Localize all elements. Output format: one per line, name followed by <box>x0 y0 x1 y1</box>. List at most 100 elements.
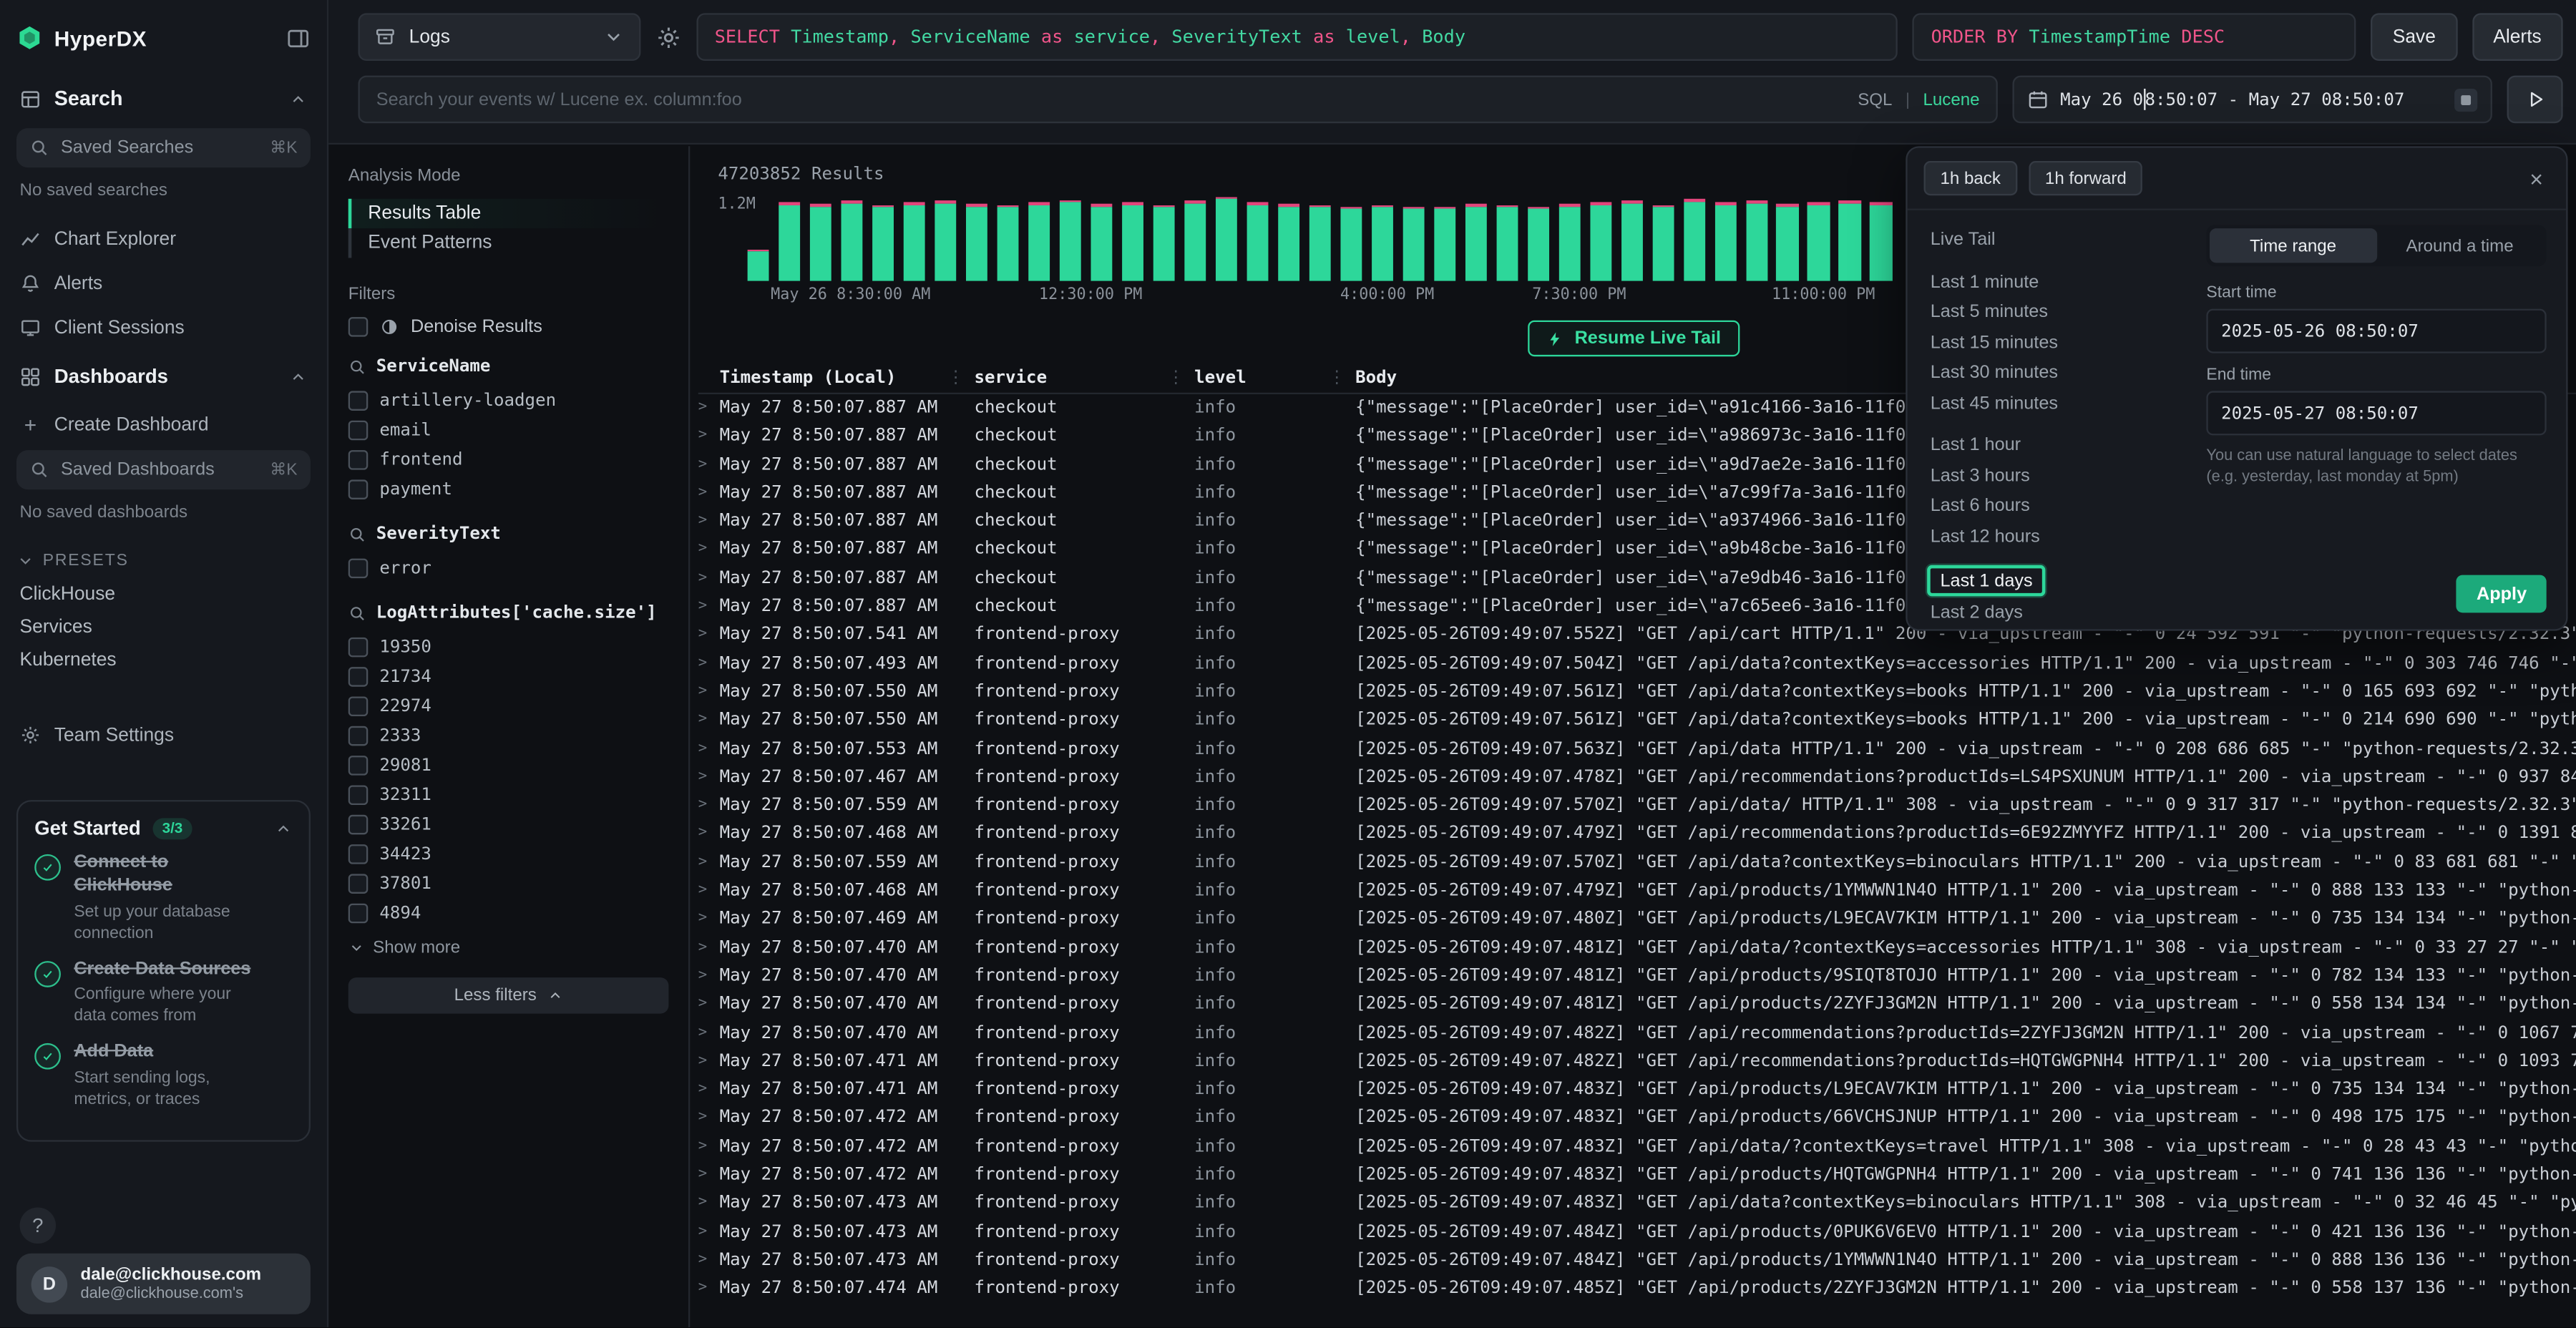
sidebar-item-alerts[interactable]: Alerts <box>16 261 311 306</box>
checkbox[interactable] <box>348 785 369 805</box>
checkbox[interactable] <box>348 844 369 864</box>
quick-range-option[interactable]: Last 2 days <box>1927 598 2187 628</box>
chart-bar[interactable] <box>1184 201 1206 280</box>
quick-range-option[interactable]: Live Tail <box>1927 225 2187 255</box>
chart-bar[interactable] <box>966 204 988 280</box>
table-row[interactable]: May 27 8:50:07.470 AMfrontend-proxyinfo[… <box>698 962 2576 991</box>
table-row[interactable]: May 27 8:50:07.472 AMfrontend-proxyinfo[… <box>698 1161 2576 1190</box>
table-row[interactable]: May 27 8:50:07.474 AMfrontend-proxyinfo[… <box>698 1275 2576 1304</box>
denoise-results-option[interactable]: Denoise Results <box>348 317 669 337</box>
chart-bar[interactable] <box>1777 204 1799 280</box>
alerts-button[interactable]: Alerts <box>2472 13 2562 61</box>
expand-row-icon[interactable] <box>698 877 720 906</box>
chart-bar[interactable] <box>1683 199 1705 280</box>
chart-bar[interactable] <box>935 201 957 280</box>
saved-dashboards-button[interactable]: Saved Dashboards ⌘K <box>16 450 311 489</box>
checkbox[interactable] <box>348 479 369 499</box>
chart-bar[interactable] <box>1246 202 1269 280</box>
checkbox[interactable] <box>348 450 369 470</box>
filter-option[interactable]: email <box>348 416 669 445</box>
expand-row-icon[interactable] <box>698 565 720 593</box>
filter-option[interactable]: 19350 <box>348 633 669 662</box>
chart-bar[interactable] <box>841 201 863 280</box>
checkbox[interactable] <box>348 696 369 716</box>
chart-bar[interactable] <box>1434 206 1456 280</box>
create-dashboard-button[interactable]: Create Dashboard <box>16 403 311 447</box>
chart-bar[interactable] <box>1621 201 1643 280</box>
close-icon[interactable] <box>2523 167 2550 190</box>
chart-bar[interactable] <box>1309 205 1331 280</box>
run-search-button[interactable] <box>2507 76 2563 124</box>
quick-range-option[interactable]: Last 30 minutes <box>1927 358 2187 389</box>
chart-bar[interactable] <box>1714 202 1737 280</box>
expand-row-icon[interactable] <box>698 678 720 707</box>
expand-row-icon[interactable] <box>698 508 720 537</box>
shift-1h-back-button[interactable]: 1h back <box>1924 161 2017 195</box>
checkbox[interactable] <box>348 726 369 746</box>
expand-row-icon[interactable] <box>698 821 720 849</box>
expand-row-icon[interactable] <box>698 394 720 423</box>
chart-bar[interactable] <box>1028 202 1050 280</box>
search-input[interactable]: Search your events w/ Lucene ex. column:… <box>358 76 1998 124</box>
save-button[interactable]: Save <box>2371 13 2457 61</box>
date-picker-mini-icon[interactable] <box>2454 88 2477 111</box>
table-row[interactable]: May 27 8:50:07.472 AMfrontend-proxyinfo[… <box>698 1133 2576 1162</box>
table-row[interactable]: May 27 8:50:07.470 AMfrontend-proxyinfo[… <box>698 934 2576 963</box>
sidebar-collapse-icon[interactable] <box>286 26 310 50</box>
chart-bar[interactable] <box>1153 205 1175 280</box>
checkbox[interactable] <box>348 874 369 894</box>
chart-bar[interactable] <box>872 205 894 280</box>
chart-bar[interactable] <box>1496 205 1518 280</box>
end-time-input[interactable]: 2025-05-27 08:50:07 <box>2206 391 2546 435</box>
table-row[interactable]: May 27 8:50:07.553 AMfrontend-proxyinfo[… <box>698 736 2576 764</box>
chart-bar[interactable] <box>997 205 1019 280</box>
column-timestamp[interactable]: Timestamp (Local) <box>720 368 975 388</box>
table-row[interactable]: May 27 8:50:07.471 AMfrontend-proxyinfo[… <box>698 1076 2576 1105</box>
filter-option[interactable]: payment <box>348 475 669 504</box>
table-row[interactable]: May 27 8:50:07.550 AMfrontend-proxyinfo[… <box>698 707 2576 736</box>
filter-option[interactable]: 21734 <box>348 662 669 691</box>
expand-row-icon[interactable] <box>698 934 720 963</box>
start-time-input[interactable]: 2025-05-26 08:50:07 <box>2206 309 2546 353</box>
chart-bar[interactable] <box>1371 205 1393 280</box>
get-started-step[interactable]: Create Data SourcesConfigure where your … <box>34 959 292 1027</box>
checkbox[interactable] <box>348 667 369 687</box>
sidebar-item-clickhouse[interactable]: ClickHouse <box>16 578 311 611</box>
presets-toggle[interactable]: PRESETS <box>16 542 311 579</box>
expand-row-icon[interactable] <box>698 1133 720 1162</box>
chart-bar[interactable] <box>1839 201 1861 280</box>
mode-results-table[interactable]: Results Table <box>348 199 669 228</box>
sidebar-item-search[interactable]: Search <box>20 79 308 118</box>
table-row[interactable]: May 27 8:50:07.473 AMfrontend-proxyinfo[… <box>698 1246 2576 1275</box>
chart-bar[interactable] <box>1278 204 1300 280</box>
expand-row-icon[interactable] <box>698 451 720 479</box>
chart-bar[interactable] <box>1527 206 1549 280</box>
chart-bar[interactable] <box>748 249 770 281</box>
expand-row-icon[interactable] <box>698 1020 720 1048</box>
filter-option[interactable]: error <box>348 554 669 583</box>
quick-range-option[interactable]: Last 1 days <box>1927 565 2046 597</box>
chart-bar[interactable] <box>1091 204 1113 280</box>
chart-bar[interactable] <box>1060 200 1082 280</box>
chart-bar[interactable] <box>1215 197 1237 280</box>
chart-bar[interactable] <box>1808 202 1830 280</box>
chart-bar[interactable] <box>1589 202 1611 280</box>
expand-row-icon[interactable] <box>698 423 720 451</box>
expand-row-icon[interactable] <box>698 1275 720 1304</box>
mode-event-patterns[interactable]: Event Patterns <box>348 228 669 258</box>
table-row[interactable]: May 27 8:50:07.470 AMfrontend-proxyinfo[… <box>698 991 2576 1020</box>
filter-option[interactable]: 33261 <box>348 810 669 839</box>
get-started-step[interactable]: Add DataStart sending logs, metrics, or … <box>34 1042 292 1110</box>
user-menu[interactable]: D dale@clickhouse.com dale@clickhouse.co… <box>16 1254 311 1314</box>
table-row[interactable]: May 27 8:50:07.467 AMfrontend-proxyinfo[… <box>698 763 2576 792</box>
column-level[interactable]: level <box>1194 368 1355 388</box>
filter-option[interactable]: 29081 <box>348 751 669 780</box>
checkbox[interactable] <box>348 638 369 658</box>
quick-range-option[interactable]: Last 3 hours <box>1927 461 2187 491</box>
expand-row-icon[interactable] <box>698 1076 720 1105</box>
expand-row-icon[interactable] <box>698 650 720 678</box>
filter-option[interactable]: 4894 <box>348 899 669 928</box>
table-row[interactable]: May 27 8:50:07.471 AMfrontend-proxyinfo[… <box>698 1048 2576 1076</box>
sidebar-item-chart-explorer[interactable]: Chart Explorer <box>16 217 311 261</box>
filter-option[interactable]: 22974 <box>348 692 669 721</box>
